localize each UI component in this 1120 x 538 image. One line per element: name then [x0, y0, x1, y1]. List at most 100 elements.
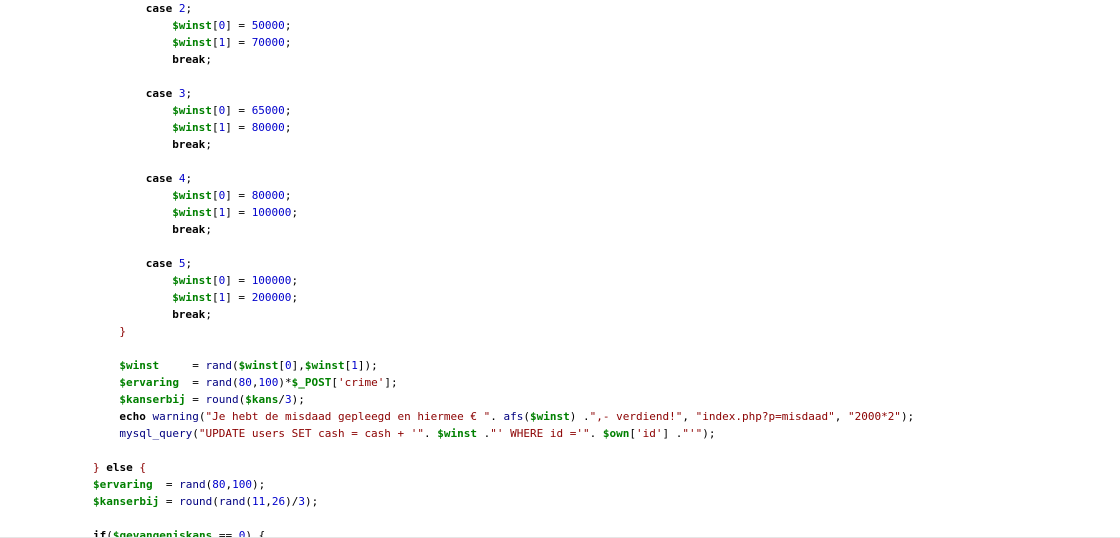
code-token: warning	[152, 410, 199, 423]
code-token: $winst	[172, 121, 212, 134]
code-token: 'id'	[636, 427, 663, 440]
code-token: (	[232, 376, 239, 389]
code-token: rand	[205, 359, 233, 372]
code-line: break;	[0, 136, 914, 153]
code-token: 100	[232, 478, 252, 491]
code-token: 80000	[251, 189, 285, 202]
code-token: case	[145, 257, 173, 270]
code-token: rand	[205, 376, 233, 389]
code-token: $_POST	[291, 376, 332, 389]
code-token: "index.php?p=misdaad"	[695, 410, 835, 423]
code-token: 3	[285, 393, 292, 406]
code-token: $ervaring	[93, 478, 153, 491]
code-token: .	[424, 427, 438, 440]
code-token: 4	[178, 172, 186, 185]
code-token: [	[331, 376, 338, 389]
code-token: 0	[285, 359, 292, 372]
code-token: [	[211, 291, 219, 304]
code-line: $winst[0] = 100000;	[0, 272, 914, 289]
code-token: case	[145, 87, 173, 100]
code-token: case	[145, 2, 173, 15]
code-token: ;	[205, 223, 212, 236]
code-token: "'"	[682, 427, 703, 440]
code-token: (	[232, 359, 239, 372]
code-token: );	[702, 427, 716, 440]
code-token: ] =	[225, 121, 252, 134]
code-token: ],	[291, 359, 305, 372]
code-token: [	[211, 206, 219, 219]
code-token: 5	[178, 257, 186, 270]
code-token: ;	[205, 308, 212, 321]
code-line: $winst[0] = 50000;	[0, 17, 914, 34]
code-token: ;	[185, 257, 193, 270]
code-token: 3	[178, 87, 186, 100]
code-token: $winst	[172, 206, 212, 219]
code-token: case	[145, 172, 173, 185]
code-token: $own	[602, 427, 630, 440]
code-token: 1	[351, 359, 358, 372]
code-token: ,	[834, 410, 848, 423]
code-token: )*	[278, 376, 292, 389]
code-token: $winst	[172, 19, 212, 32]
code-editor[interactable]: case 2; $winst[0] = 50000; $winst[1] = 700…	[0, 0, 1120, 538]
code-token: 26	[271, 495, 286, 508]
code-token: 65000	[251, 104, 285, 117]
code-block: case 2; $winst[0] = 50000; $winst[1] = 700…	[0, 0, 914, 538]
code-token: ;	[284, 189, 292, 202]
code-line: $winst[1] = 200000;	[0, 289, 914, 306]
code-token: 100000	[251, 274, 292, 287]
code-token: break	[172, 53, 206, 66]
code-token: );	[304, 495, 319, 508]
code-line: case 5;	[0, 255, 914, 272]
code-token: ,	[682, 410, 696, 423]
code-line: case 3;	[0, 85, 914, 102]
code-token: $kanserbij	[93, 495, 160, 508]
code-token: mysql_query	[119, 427, 193, 440]
code-token: $winst	[172, 274, 212, 287]
code-token: (	[212, 495, 219, 508]
code-token: [	[211, 104, 219, 117]
code-token: 80	[238, 376, 252, 389]
code-token: break	[172, 308, 206, 321]
code-token: 50000	[251, 19, 285, 32]
code-token: (	[192, 427, 199, 440]
code-token: ;	[185, 87, 193, 100]
code-line: } else {	[0, 459, 914, 476]
code-line: $kanserbij = round(rand(11,26)/3);	[0, 493, 914, 510]
code-token: echo	[119, 410, 146, 423]
code-token: $winst	[119, 359, 160, 372]
code-token: );	[900, 410, 915, 423]
code-token: (	[198, 410, 206, 423]
code-token: 100000	[251, 206, 292, 219]
code-token: "UPDATE users SET cash = cash + '"	[198, 427, 425, 440]
code-token: ;	[185, 172, 193, 185]
code-token: $winst	[172, 189, 212, 202]
code-token: =	[159, 495, 180, 508]
code-token: $ervaring	[119, 376, 179, 389]
code-token: ] =	[225, 104, 252, 117]
code-token: ] .	[662, 427, 683, 440]
code-token: $kanserbij	[119, 393, 186, 406]
code-token: {	[132, 461, 146, 474]
code-token: ;	[284, 36, 292, 49]
code-token: ] =	[225, 19, 252, 32]
code-token: $winst	[172, 104, 212, 117]
code-line: $winst[0] = 80000;	[0, 187, 914, 204]
code-token: 2	[178, 2, 186, 15]
code-token: 'crime'	[338, 376, 385, 389]
code-token: rand	[179, 478, 206, 491]
code-token: =	[152, 478, 180, 491]
code-token: )/	[285, 495, 299, 508]
code-line: }	[0, 323, 914, 340]
code-line: $winst[1] = 100000;	[0, 204, 914, 221]
code-token: ;	[291, 206, 299, 219]
